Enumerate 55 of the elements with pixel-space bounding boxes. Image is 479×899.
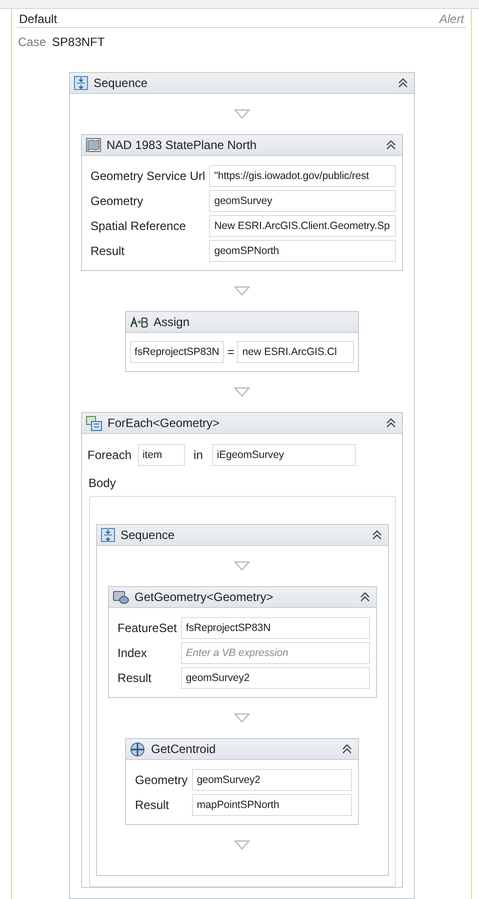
- drop-arrow-icon: [234, 840, 250, 850]
- property-label: Spatial Reference: [90, 218, 187, 235]
- expression-field[interactable]: "https://gis.iowadot.gov/public/rest: [209, 165, 396, 187]
- expression-field[interactable]: fsReprojectSP83N: [180, 617, 370, 639]
- drop-arrow-icon: [234, 561, 250, 571]
- drop-arrow-icon: [234, 109, 250, 119]
- collapse-icon[interactable]: [372, 530, 382, 540]
- collapse-icon[interactable]: [342, 744, 352, 754]
- property-label: FeatureSet: [118, 620, 177, 637]
- activity-title: Sequence: [120, 528, 176, 542]
- activity-title: Assign: [154, 315, 191, 329]
- drop-arrow-icon: [234, 713, 250, 723]
- collapse-icon[interactable]: [398, 78, 408, 88]
- case-title: Default: [19, 12, 58, 26]
- expression-field[interactable]: geomSurvey2: [180, 667, 370, 689]
- activity-title: GetCentroid: [151, 742, 217, 756]
- assign-target-field[interactable]: fsReprojectSP83N: [130, 341, 224, 363]
- map-icon: [86, 138, 100, 152]
- sequence-icon: [74, 76, 88, 90]
- expression-field[interactable]: geomSPNorth: [209, 240, 396, 262]
- expression-field[interactable]: geomSurvey: [209, 190, 396, 212]
- equals-sign: =: [227, 345, 234, 359]
- item-field[interactable]: item: [138, 444, 185, 466]
- body-label: Body: [88, 476, 117, 490]
- activity-title: ForEach<Geometry>: [108, 416, 221, 430]
- activity-title: NAD 1983 StatePlane North: [106, 138, 258, 152]
- alert-label: Alert: [439, 12, 464, 26]
- activity-title: GetGeometry<Geometry>: [134, 590, 274, 604]
- collapse-icon[interactable]: [386, 140, 396, 150]
- centroid-icon: [130, 742, 145, 756]
- drop-arrow-icon: [234, 286, 250, 296]
- foreach-label: Foreach: [88, 448, 132, 462]
- expression-field[interactable]: New ESRI.ArcGIS.Client.Geometry.Sp: [209, 215, 396, 237]
- expression-field[interactable]: geomSurvey2: [192, 769, 352, 791]
- expression-field[interactable]: mapPointSPNorth: [192, 794, 352, 816]
- property-label: Result: [135, 797, 170, 814]
- case-value: SP83NFT: [52, 35, 105, 49]
- property-label: Geometry Service Url: [90, 168, 206, 185]
- collapse-icon[interactable]: [360, 592, 370, 602]
- collapse-icon[interactable]: [386, 418, 396, 428]
- assign-value-field[interactable]: new ESRI.ArcGIS.Cl: [237, 341, 354, 363]
- foreach-icon: [86, 416, 102, 430]
- activity-title: Sequence: [94, 76, 149, 90]
- property-label: Geometry: [135, 772, 188, 789]
- collection-field[interactable]: iEgeomSurvey: [212, 444, 356, 466]
- property-label: Geometry: [90, 193, 144, 210]
- in-label: in: [194, 448, 203, 462]
- database-icon: [112, 590, 128, 604]
- sequence-icon: [100, 528, 114, 542]
- property-label: Result: [90, 243, 126, 260]
- drop-arrow-icon: [234, 387, 250, 397]
- property-label: Result: [118, 670, 153, 687]
- case-label: Case: [18, 35, 46, 49]
- assign-icon: [130, 316, 148, 328]
- property-label: Index: [118, 645, 148, 662]
